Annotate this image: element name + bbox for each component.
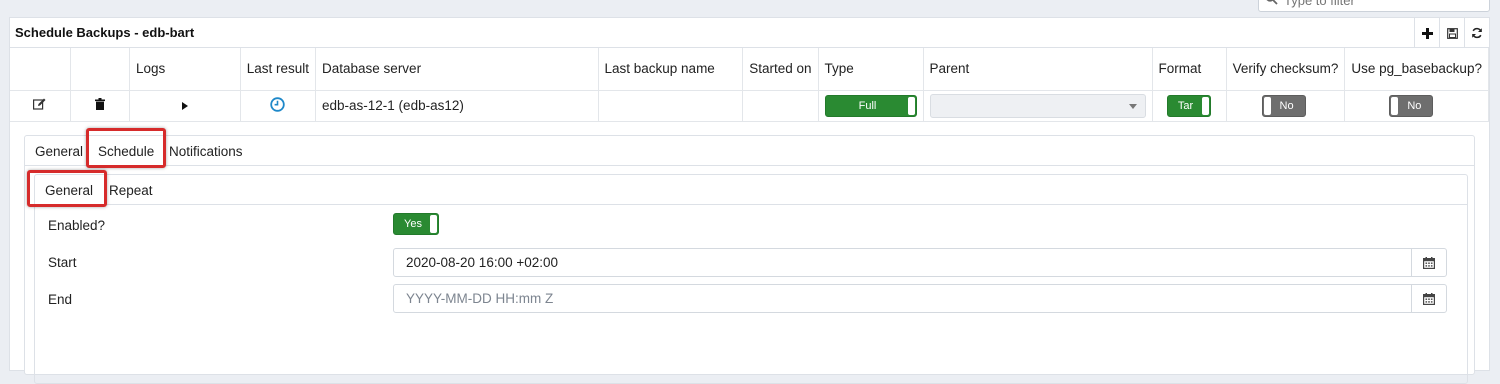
subtab-repeat[interactable]: Repeat: [109, 175, 153, 205]
clock-icon: [270, 96, 286, 112]
calendar-icon: [1423, 256, 1435, 269]
refresh-icon: [1472, 27, 1482, 39]
end-datetime-field[interactable]: YYYY-MM-DD HH:mm Z: [393, 284, 1447, 313]
use-pg-basebackup-toggle-label: No: [1407, 99, 1422, 112]
tab-schedule[interactable]: Schedule: [98, 136, 154, 166]
verify-checksum-toggle[interactable]: No: [1261, 94, 1306, 117]
detail-tabs: General Schedule Notifications: [25, 136, 1474, 166]
enabled-toggle[interactable]: Yes: [393, 213, 439, 235]
format-cell: Tar: [1152, 90, 1227, 122]
start-datetime-field[interactable]: 2020-08-20 16:00 +02:00: [393, 248, 1447, 277]
col-database-server[interactable]: Database server: [315, 48, 599, 91]
tab-general[interactable]: General: [35, 136, 83, 166]
verify-checksum-cell: No: [1226, 90, 1346, 122]
toggle-knob: [1263, 96, 1271, 115]
panel-header: Schedule Backups - edb-bart: [10, 18, 1489, 48]
format-toggle-label: Tar: [1177, 99, 1194, 112]
backup-details-panel: General Schedule Notifications General R…: [24, 128, 1475, 384]
enabled-label: Enabled?: [48, 218, 106, 233]
enabled-row: Enabled? Yes: [35, 210, 1467, 240]
use-pg-basebackup-cell: No: [1344, 90, 1489, 122]
refresh-button[interactable]: [1464, 18, 1489, 48]
logs-expand-cell[interactable]: [129, 90, 241, 122]
start-row: Start 2020-08-20 16:00 +02:00: [35, 248, 1467, 278]
start-label: Start: [48, 255, 77, 270]
enabled-toggle-label: Yes: [404, 218, 422, 230]
started-on-cell: [742, 90, 819, 122]
start-datetime-value: 2020-08-20 16:00 +02:00: [406, 255, 559, 270]
filter-box[interactable]: [1258, 0, 1490, 12]
save-icon: [1446, 27, 1458, 39]
schedule-panel: General Repeat Enabled? Yes Start 2020-0…: [27, 170, 1468, 384]
parent-select[interactable]: [929, 93, 1146, 118]
toggle-knob: [1391, 96, 1399, 115]
col-format[interactable]: Format: [1152, 48, 1227, 91]
last-backup-name-cell: [598, 90, 744, 122]
end-row: End YYYY-MM-DD HH:mm Z: [35, 284, 1467, 314]
calendar-icon: [1423, 292, 1435, 305]
panel-title: Schedule Backups - edb-bart: [15, 25, 195, 40]
type-toggle[interactable]: Full: [824, 94, 917, 117]
type-cell: Full: [818, 90, 924, 122]
last-result-cell: [240, 90, 317, 122]
schedule-subtabs: General Repeat: [35, 175, 1467, 205]
trash-icon[interactable]: [94, 98, 105, 110]
toggle-knob: [907, 96, 915, 115]
tab-notifications[interactable]: Notifications: [169, 136, 243, 166]
schedule-backups-panel: Schedule Backups - edb-bart Logs Last re…: [9, 17, 1490, 384]
start-calendar-button[interactable]: [1411, 249, 1446, 276]
col-verify-checksum[interactable]: Verify checksum?: [1226, 48, 1346, 91]
verify-checksum-toggle-label: No: [1279, 99, 1294, 112]
format-toggle[interactable]: Tar: [1166, 94, 1211, 117]
col-last-result[interactable]: Last result: [240, 48, 317, 91]
grid-header-row: Logs Last result Database server Last ba…: [10, 48, 1489, 91]
add-button[interactable]: [1414, 18, 1439, 48]
filter-input[interactable]: [1282, 0, 1482, 10]
col-edit: [10, 48, 71, 91]
toggle-knob: [1201, 96, 1209, 115]
col-delete: [70, 48, 130, 91]
backups-grid: Logs Last result Database server Last ba…: [10, 48, 1489, 122]
end-datetime-placeholder: YYYY-MM-DD HH:mm Z: [406, 291, 554, 306]
add-icon: [1421, 27, 1433, 39]
save-button[interactable]: [1439, 18, 1464, 48]
col-last-backup-name[interactable]: Last backup name: [598, 48, 744, 91]
caret-right-icon[interactable]: [181, 102, 188, 110]
col-use-pg-basebackup[interactable]: Use pg_basebackup?: [1344, 48, 1489, 91]
col-started-on[interactable]: Started on: [742, 48, 819, 91]
parent-cell: [923, 90, 1153, 122]
edit-cell[interactable]: [10, 90, 71, 122]
table-row: edb-as-12-1 (edb-as12) Full Tar No No: [10, 90, 1489, 122]
delete-cell[interactable]: [70, 90, 130, 122]
use-pg-basebackup-toggle[interactable]: No: [1389, 94, 1434, 117]
end-calendar-button[interactable]: [1411, 285, 1446, 312]
col-logs[interactable]: Logs: [129, 48, 241, 91]
database-server-cell: edb-as-12-1 (edb-as12): [315, 90, 599, 122]
subtab-general[interactable]: General: [45, 175, 93, 205]
toggle-knob: [430, 215, 437, 233]
search-icon: [1265, 0, 1278, 8]
edit-icon[interactable]: [33, 98, 46, 110]
col-type[interactable]: Type: [818, 48, 924, 91]
type-toggle-label: Full: [858, 99, 877, 112]
col-parent[interactable]: Parent: [923, 48, 1153, 91]
end-label: End: [48, 292, 73, 307]
chevron-down-icon: [1128, 103, 1137, 109]
